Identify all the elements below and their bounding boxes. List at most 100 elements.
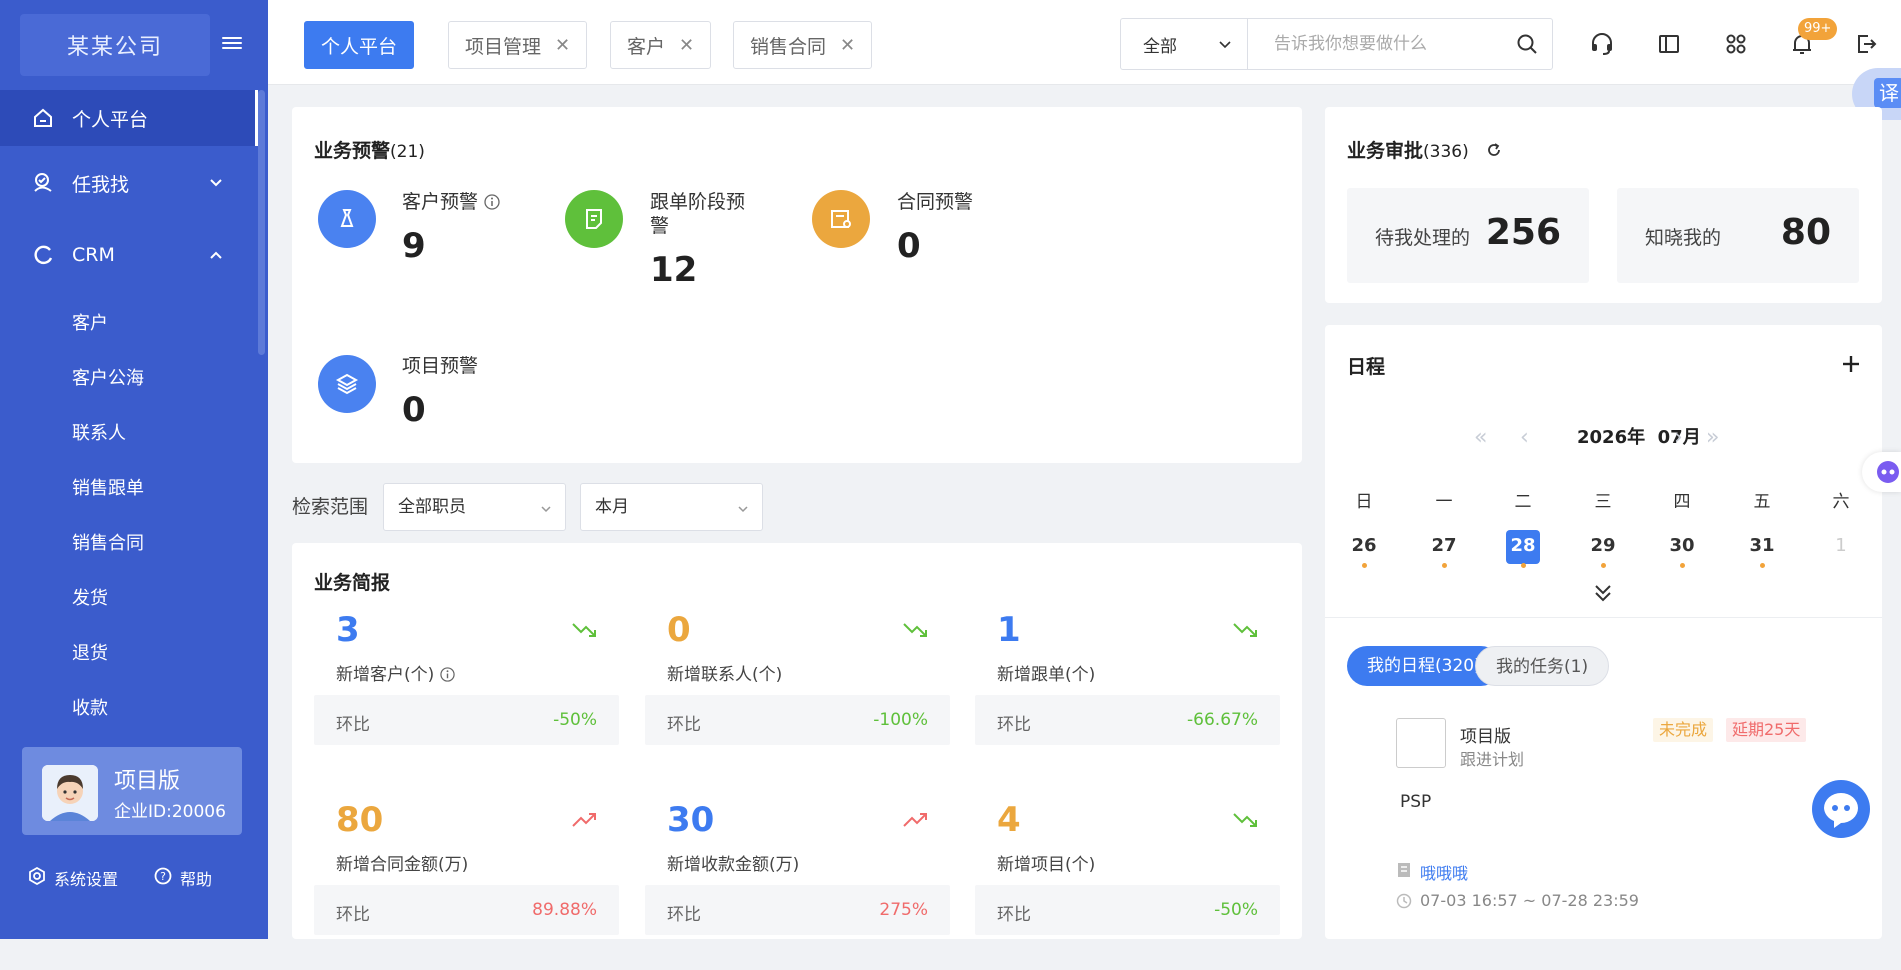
- stat-new-projects[interactable]: 4 新增项目(个) 环比 -50%: [975, 800, 1280, 970]
- sidebar-sub-returns[interactable]: 退货: [72, 639, 108, 665]
- expand-calendar-icon[interactable]: [1592, 582, 1614, 604]
- contract-alert-value[interactable]: 0: [897, 226, 921, 266]
- trend-down-icon: [1233, 623, 1257, 637]
- search-scope-select[interactable]: 全部: [1121, 19, 1248, 69]
- compare-value: -100%: [873, 710, 928, 730]
- chevron-down-icon: [541, 506, 551, 513]
- avatar: [42, 765, 98, 821]
- apps-grid-icon[interactable]: [1722, 30, 1750, 58]
- next-year-icon[interactable]: »: [1706, 425, 1719, 450]
- weekday-label: 二: [1514, 492, 1532, 512]
- staff-select[interactable]: 全部职员: [383, 483, 566, 531]
- assistant-float-icon[interactable]: [1862, 452, 1901, 492]
- calendar-day[interactable]: 29: [1586, 530, 1620, 564]
- calendar-day[interactable]: 1: [1824, 530, 1858, 564]
- alert-label-text: 客户预警: [402, 191, 479, 213]
- sidebar-scrollbar[interactable]: [258, 90, 265, 355]
- cc-approval-box[interactable]: 知晓我的 80: [1617, 188, 1859, 283]
- help-link[interactable]: ? 帮助: [154, 866, 212, 890]
- sidebar-item-label: 任我找: [72, 173, 130, 196]
- search-input[interactable]: [1248, 19, 1552, 69]
- stat-new-contract-amount[interactable]: 80 新增合同金额(万) 环比 89.88%: [314, 800, 619, 970]
- close-icon[interactable]: ✕: [679, 35, 694, 56]
- schedule-entry-title[interactable]: 项目版: [1460, 722, 1511, 747]
- sidebar-sub-customer[interactable]: 客户: [72, 309, 108, 335]
- pending-approval-box[interactable]: 待我处理的 256: [1347, 188, 1589, 283]
- compare-label: 环比: [997, 715, 1031, 735]
- trend-down-icon: [1233, 813, 1257, 827]
- crm-circle-icon: [30, 242, 56, 268]
- trend-down-icon: [572, 623, 596, 637]
- stat-label: 新增合同金额(万): [336, 855, 469, 875]
- period-select[interactable]: 本月: [580, 483, 763, 531]
- add-schedule-icon[interactable]: [1842, 355, 1860, 373]
- tab-project-management[interactable]: 项目管理 ✕: [448, 21, 588, 69]
- info-icon[interactable]: [484, 194, 500, 210]
- sidebar-item-find[interactable]: 任我找: [0, 155, 258, 211]
- contract-alert-label[interactable]: 合同预警: [897, 190, 973, 214]
- tab-label: 个人平台: [321, 35, 398, 58]
- sidebar-sub-sales-followup[interactable]: 销售跟单: [72, 474, 144, 500]
- weekday-label: 四: [1673, 492, 1691, 512]
- weekday-label: 三: [1594, 492, 1612, 512]
- close-icon[interactable]: ✕: [840, 35, 855, 56]
- stat-new-contacts[interactable]: 0 新增联系人(个) 环比 -100%: [645, 610, 950, 780]
- logout-icon[interactable]: [1852, 30, 1880, 58]
- search-icon[interactable]: [1516, 33, 1538, 55]
- stat-value: 30: [667, 800, 715, 840]
- contract-alert-icon: [812, 190, 870, 248]
- refresh-icon[interactable]: [1485, 141, 1503, 159]
- approval-count: (336): [1423, 142, 1469, 162]
- sidebar-item-personal-platform[interactable]: 个人平台: [0, 90, 258, 146]
- close-icon[interactable]: ✕: [555, 35, 570, 56]
- weekday-label: 六: [1832, 492, 1850, 512]
- tab-customer[interactable]: 客户 ✕: [610, 21, 712, 69]
- business-alerts-card: [292, 107, 1302, 463]
- calendar-day-today[interactable]: 28: [1506, 530, 1540, 564]
- project-alert-icon: [318, 355, 376, 413]
- prev-year-icon[interactable]: «: [1474, 425, 1487, 450]
- sidebar-panel-icon[interactable]: [1655, 30, 1683, 58]
- sidebar-sub-sales-contract[interactable]: 销售合同: [72, 529, 144, 555]
- info-icon[interactable]: [440, 667, 455, 682]
- system-settings-link[interactable]: 系统设置: [28, 866, 118, 890]
- stat-label: 新增联系人(个): [667, 665, 783, 685]
- schedule-owner-link[interactable]: 哦哦哦: [1420, 860, 1468, 884]
- overdue-badge: 延期25天: [1726, 718, 1807, 742]
- followup-stage-alert-label[interactable]: 跟单阶段预警: [650, 190, 760, 238]
- next-month-icon[interactable]: ›: [1674, 425, 1683, 450]
- stat-value: 4: [997, 800, 1021, 840]
- calendar-day[interactable]: 26: [1347, 530, 1381, 564]
- project-alert-value[interactable]: 0: [402, 390, 426, 430]
- headset-support-icon[interactable]: [1588, 30, 1616, 58]
- global-search: 全部: [1120, 18, 1553, 70]
- customer-alert-icon: [318, 190, 376, 248]
- sidebar-sub-shipping[interactable]: 发货: [72, 584, 108, 610]
- chat-bubble-icon[interactable]: [1812, 780, 1870, 838]
- customer-alert-label[interactable]: 客户预警: [402, 190, 500, 214]
- sidebar-sub-payment[interactable]: 收款: [72, 694, 108, 720]
- calendar-day[interactable]: 27: [1427, 530, 1461, 564]
- tab-my-tasks[interactable]: 我的任务(1): [1475, 646, 1610, 686]
- stat-new-customers[interactable]: 3 新增客户(个) 环比 -50%: [314, 610, 619, 780]
- calendar-day[interactable]: 31: [1745, 530, 1779, 564]
- pending-label: 待我处理的: [1375, 227, 1471, 249]
- compare-label: 环比: [336, 715, 370, 735]
- sidebar-item-crm[interactable]: CRM: [0, 227, 258, 283]
- tab-personal-platform[interactable]: 个人平台: [304, 21, 415, 69]
- cc-label: 知晓我的: [1645, 227, 1722, 249]
- followup-stage-alert-value[interactable]: 12: [650, 250, 697, 290]
- customer-alert-value[interactable]: 9: [402, 226, 426, 266]
- prev-month-icon[interactable]: ‹: [1520, 425, 1529, 450]
- menu-collapse-icon[interactable]: [222, 34, 242, 54]
- calendar-day[interactable]: 30: [1665, 530, 1699, 564]
- schedule-title: 日程: [1347, 356, 1386, 378]
- sidebar-sub-contacts[interactable]: 联系人: [72, 419, 126, 445]
- stat-new-followups[interactable]: 1 新增跟单(个) 环比 -66.67%: [975, 610, 1280, 780]
- compare-value: -50%: [553, 710, 597, 730]
- project-alert-label[interactable]: 项目预警: [402, 354, 478, 378]
- stat-new-payment-amount[interactable]: 30 新增收款金额(万) 环比 275%: [645, 800, 950, 970]
- sidebar-sub-customer-pool[interactable]: 客户公海: [72, 364, 144, 390]
- user-card[interactable]: 项目版 企业ID:20006: [22, 747, 242, 835]
- tab-sales-contract[interactable]: 销售合同 ✕: [733, 21, 873, 69]
